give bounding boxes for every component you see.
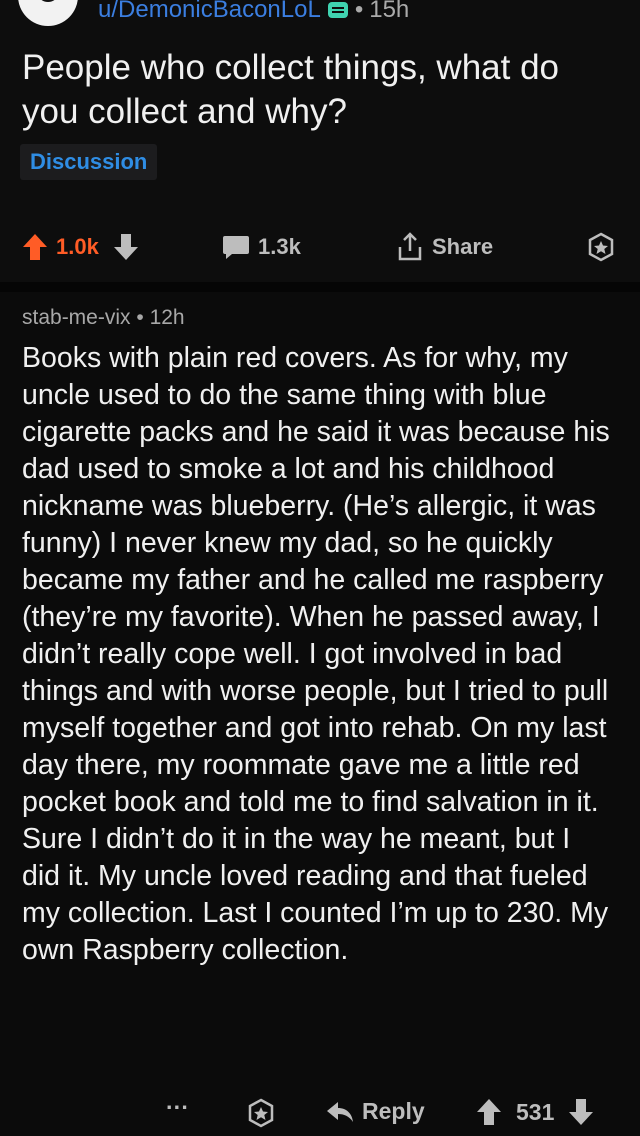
more-icon: ··· <box>166 1094 189 1120</box>
post-title[interactable]: People who collect things, what do you c… <box>22 46 622 134</box>
comment-meta-separator: • <box>136 306 144 329</box>
comment-time: 12h <box>149 306 185 329</box>
post-score: 1.0k <box>56 234 99 259</box>
share-label: Share <box>432 234 494 259</box>
comment-award-button[interactable] <box>246 1098 276 1128</box>
comment-icon <box>222 234 250 260</box>
award-button[interactable] <box>586 232 616 262</box>
post-card: u/DemonicBaconLoL • 15h People who colle… <box>0 0 640 282</box>
award-icon <box>246 1098 276 1128</box>
post-flair[interactable]: Discussion <box>20 144 158 180</box>
post-time: 15h <box>369 0 410 23</box>
reply-label: Reply <box>362 1098 425 1124</box>
comments-button[interactable]: 1.3k <box>222 234 301 260</box>
reply-icon <box>326 1101 354 1123</box>
avatar[interactable] <box>18 0 78 26</box>
upvote-icon[interactable] <box>476 1098 502 1126</box>
mod-badge-icon <box>327 0 349 20</box>
share-button[interactable]: Share <box>396 232 493 262</box>
post-author[interactable]: u/DemonicBaconLoL <box>98 0 321 24</box>
vote-group: 1.0k <box>22 233 139 261</box>
more-options-button[interactable]: ··· <box>166 1094 189 1121</box>
post-actions-bar: 1.0k 1.3k Share <box>0 222 640 272</box>
comment-meta: stab-me-vix • 12h <box>22 306 185 330</box>
reply-button[interactable]: Reply <box>326 1098 425 1125</box>
downvote-icon[interactable] <box>568 1098 594 1126</box>
comment-vote-group: 531 <box>476 1098 594 1126</box>
post-meta: u/DemonicBaconLoL • 15h <box>98 0 409 24</box>
comment-count: 1.3k <box>258 234 301 259</box>
meta-separator: • <box>354 0 364 23</box>
share-icon <box>396 232 424 262</box>
section-divider <box>0 282 640 292</box>
award-icon <box>586 232 616 262</box>
comment-card: stab-me-vix • 12h Books with plain red c… <box>0 292 640 1136</box>
upvote-icon[interactable] <box>22 233 48 261</box>
downvote-icon[interactable] <box>113 233 139 261</box>
comment-actions-bar: ··· Reply 531 <box>0 1092 640 1136</box>
comment-body: Books with plain red covers. As for why,… <box>22 342 610 966</box>
comment-score: 531 <box>516 1098 555 1125</box>
comment-author[interactable]: stab-me-vix <box>22 306 131 329</box>
